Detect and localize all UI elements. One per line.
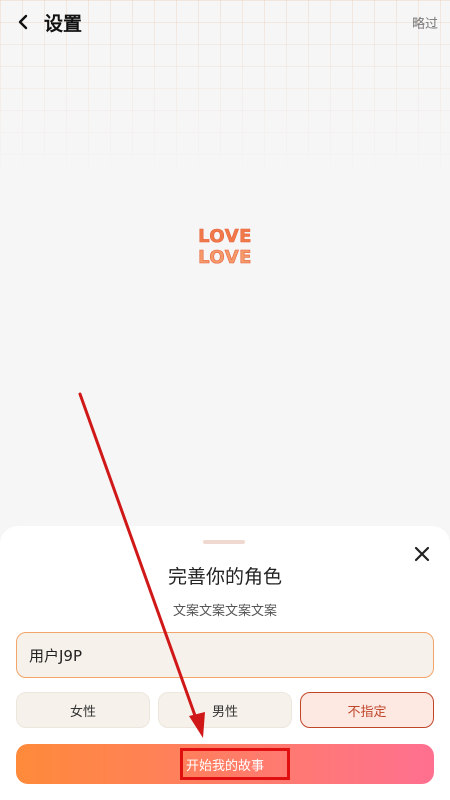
settings-page: 设置 略过 LOVE LOVE 完善你的角色 文案文案文案文案 女性 男性 不指… xyxy=(0,0,450,800)
role-bottom-sheet: 完善你的角色 文案文案文案文案 女性 男性 不指定 开始我的故事 xyxy=(0,526,450,800)
top-bar: 设置 略过 xyxy=(0,0,450,44)
sheet-subtitle: 文案文案文案文案 xyxy=(172,604,277,619)
gender-option-female[interactable]: 女性 xyxy=(16,692,150,728)
start-story-button[interactable]: 开始我的故事 xyxy=(16,744,434,784)
chevron-left-icon xyxy=(18,14,28,30)
page-title: 设置 xyxy=(44,13,83,35)
gender-option-male[interactable]: 男性 xyxy=(158,692,292,728)
gender-selector: 女性 男性 不指定 xyxy=(16,692,434,728)
close-icon xyxy=(414,546,430,562)
logo-text-line-1: LOVE xyxy=(198,226,252,248)
love-logo: LOVE LOVE xyxy=(194,226,256,274)
sheet-title: 完善你的角色 xyxy=(167,566,282,588)
back-button[interactable] xyxy=(10,8,36,36)
close-button[interactable] xyxy=(412,544,432,564)
nickname-input[interactable] xyxy=(16,632,434,678)
sheet-drag-handle[interactable] xyxy=(203,540,245,544)
skip-button[interactable]: 略过 xyxy=(412,13,438,32)
logo-text-line-2: LOVE xyxy=(198,247,252,269)
gender-option-unspecified[interactable]: 不指定 xyxy=(300,692,434,728)
